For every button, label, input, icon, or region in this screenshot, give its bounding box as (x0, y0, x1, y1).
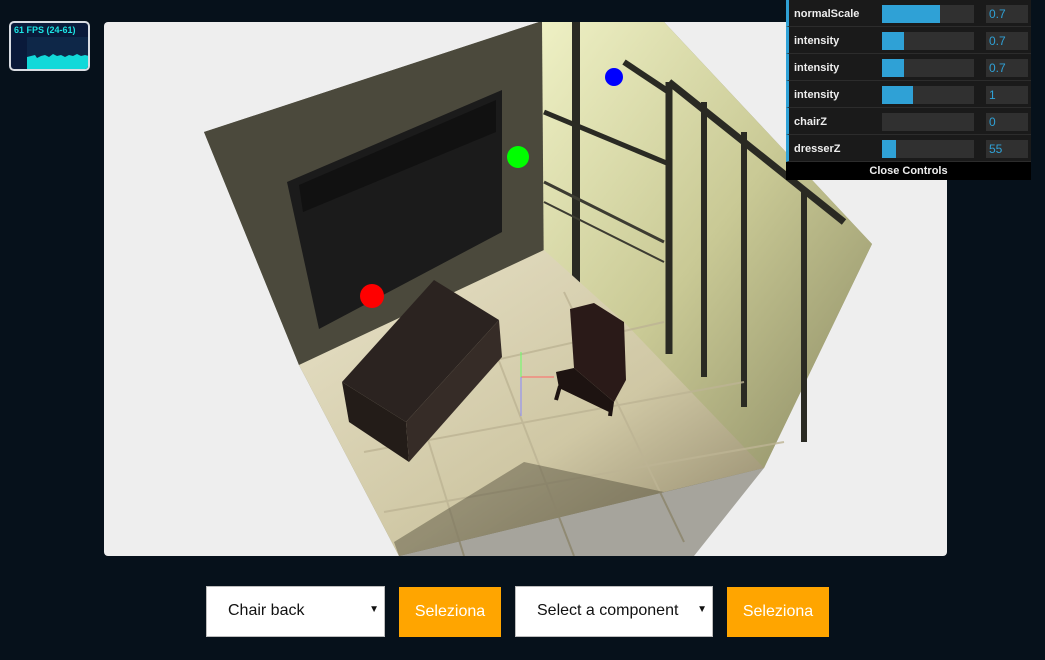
control-label: normalScale (794, 8, 860, 20)
light-marker-red (360, 284, 384, 308)
control-label: chairZ (794, 116, 828, 128)
component-select[interactable]: Chair back ▼ (206, 586, 385, 637)
chevron-down-icon: ▼ (697, 604, 707, 615)
dresserz-slider[interactable] (882, 140, 974, 158)
light-marker-green (507, 146, 529, 168)
fps-graph (27, 37, 88, 69)
chairz-value[interactable]: 0 (986, 113, 1028, 131)
fps-label: 61 FPS (24-61) (14, 25, 76, 35)
light-marker-blue (605, 68, 623, 86)
control-label: dresserZ (794, 143, 841, 155)
control-row-chairz[interactable]: chairZ 0 (786, 108, 1031, 135)
intensity-value-1[interactable]: 0.7 (986, 32, 1028, 50)
control-row-dresserz[interactable]: dresserZ 55 (786, 135, 1031, 162)
intensity-slider-2[interactable] (882, 59, 974, 77)
control-row-intensity-1[interactable]: intensity 0.7 (786, 27, 1031, 54)
control-row-intensity-2[interactable]: intensity 0.7 (786, 54, 1031, 81)
fps-meter[interactable]: 61 FPS (24-61) (9, 21, 90, 71)
controls-panel: normalScale 0.7 intensity 0.7 intensity … (786, 0, 1031, 180)
intensity-value-3[interactable]: 1 (986, 86, 1028, 104)
intensity-value-2[interactable]: 0.7 (986, 59, 1028, 77)
control-row-intensity-3[interactable]: intensity 1 (786, 81, 1031, 108)
chevron-down-icon: ▼ (369, 604, 379, 615)
control-label: intensity (794, 89, 840, 101)
control-label: intensity (794, 35, 840, 47)
close-controls-button[interactable]: Close Controls (786, 162, 1031, 180)
chairz-slider[interactable] (882, 113, 974, 131)
control-row-normalscale[interactable]: normalScale 0.7 (786, 0, 1031, 27)
control-label: intensity (794, 62, 840, 74)
component-select-value: Chair back (228, 602, 305, 619)
normalscale-value[interactable]: 0.7 (986, 5, 1028, 23)
intensity-slider-1[interactable] (882, 32, 974, 50)
select-button-2[interactable]: Seleziona (727, 587, 829, 637)
select-button-1[interactable]: Seleziona (399, 587, 501, 637)
dresserz-value[interactable]: 55 (986, 140, 1028, 158)
intensity-slider-3[interactable] (882, 86, 974, 104)
part-select-value: Select a component (537, 602, 679, 619)
normalscale-slider[interactable] (882, 5, 974, 23)
part-select[interactable]: Select a component ▼ (515, 586, 713, 637)
